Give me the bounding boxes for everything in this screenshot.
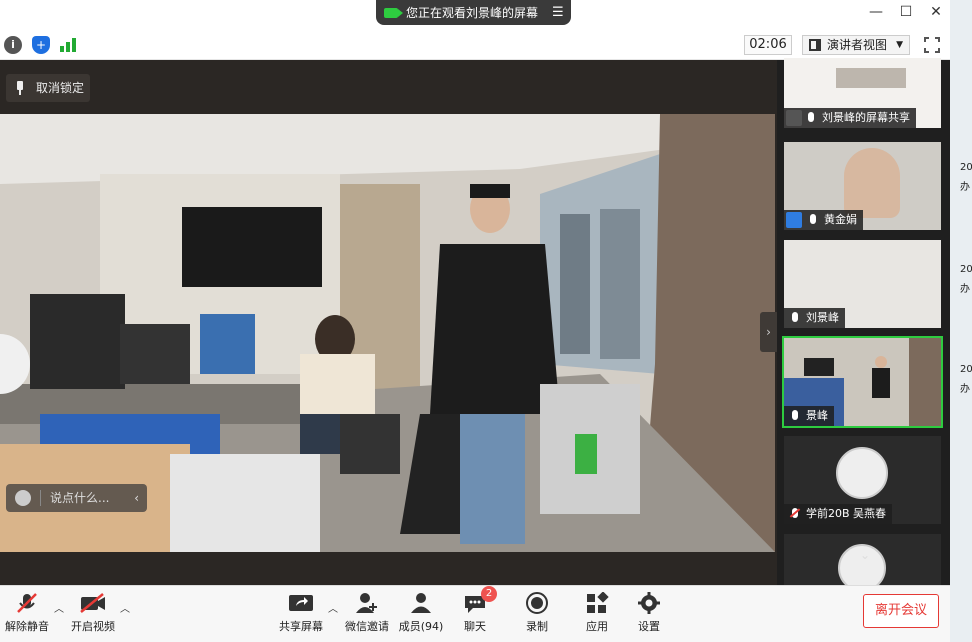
participant-tile-jingfeng[interactable]: 景峰 [782, 336, 943, 428]
wechat-invite-label: 微信邀请 [345, 620, 389, 633]
screen-share-thumbnail [836, 68, 906, 88]
avatar [836, 447, 888, 499]
participant-name: 刘景峰 [806, 311, 839, 324]
participant-name-tag: 刘景峰 [784, 308, 845, 328]
meeting-timer: 02:06 [744, 35, 792, 55]
fullscreen-icon[interactable] [924, 37, 940, 53]
meeting-info-bar: i + 02:06 演讲者视图 ▼ [0, 30, 950, 60]
speaker-view-icon [809, 39, 821, 51]
unpin-label: 取消锁定 [36, 81, 85, 95]
members-label: 成员(94) [398, 620, 444, 633]
host-badge-icon [786, 212, 802, 228]
toggle-panel-button[interactable]: › [760, 312, 777, 352]
chat-button[interactable]: 2 聊天 [458, 586, 497, 636]
participant-video [844, 148, 900, 218]
info-icon[interactable]: i [4, 36, 22, 54]
microphone-icon [810, 214, 816, 224]
record-button[interactable]: 录制 [520, 592, 554, 636]
video-camera-icon [384, 7, 403, 18]
chat-icon: 2 [463, 586, 497, 614]
wechat-invite-button[interactable]: 微信邀请 [344, 592, 390, 636]
participant-name-tag: 刘景峰的屏幕共享 [784, 108, 916, 128]
chat-unread-badge: 2 [481, 586, 497, 602]
record-label: 录制 [526, 620, 548, 633]
divider [40, 490, 41, 506]
participant-name: 学前20B 吴燕春 [806, 507, 887, 520]
record-icon [520, 592, 554, 614]
microphone-icon [808, 112, 814, 122]
participant-name-tag: 学前20B 吴燕春 [784, 504, 893, 524]
leave-meeting-button[interactable]: 离开会议 [863, 594, 939, 628]
participant-name: 景峰 [806, 409, 828, 422]
chevron-down-icon: ▼ [896, 40, 903, 50]
microphone-icon [792, 410, 798, 420]
screen-share-banner[interactable]: 您正在观看刘景峰的屏幕 ☰ [376, 0, 571, 25]
edge-text: 20 [960, 162, 972, 173]
participant-tile-screen-share[interactable]: 刘景峰的屏幕共享 [784, 58, 941, 128]
menu-icon[interactable]: ☰ [552, 5, 564, 20]
unmute-button[interactable]: 解除静音 [4, 592, 50, 636]
participant-name-tag: 黄金娟 [784, 210, 863, 230]
participant-tile-liu[interactable]: 刘景峰 [784, 240, 941, 328]
share-screen-button[interactable]: 共享屏幕 [278, 592, 324, 636]
start-video-label: 开启视频 [71, 620, 115, 633]
close-icon[interactable]: ✕ [926, 4, 946, 20]
members-icon [398, 592, 444, 614]
quick-chat-input[interactable]: 说点什么... ‹ [6, 484, 147, 512]
apps-icon [580, 591, 614, 614]
screen-share-icon [786, 110, 802, 126]
participant-name: 黄金娟 [824, 213, 857, 226]
view-mode-select[interactable]: 演讲者视图 ▼ [802, 35, 910, 55]
settings-button[interactable]: 设置 [632, 592, 666, 636]
main-video-stage: 取消锁定 说点什么... ‹ › [0, 60, 777, 585]
apps-label: 应用 [586, 620, 608, 633]
chat-placeholder: 说点什么... [50, 491, 110, 505]
members-button[interactable]: 成员(94) [398, 592, 444, 636]
scroll-down-icon[interactable]: ⌄ [854, 548, 876, 564]
start-video-button[interactable]: 开启视频 [70, 592, 116, 636]
title-bar: 您正在观看刘景峰的屏幕 ☰ — ☐ ✕ [0, 0, 950, 30]
apps-button[interactable]: 应用 [580, 591, 614, 636]
microphone-muted-icon [4, 592, 50, 614]
background-window-edge: 20 办 20 办 20 办 [950, 0, 972, 642]
collapse-chat-icon[interactable]: ‹ [134, 484, 139, 512]
share-screen-label: 共享屏幕 [279, 620, 323, 633]
maximize-icon[interactable]: ☐ [896, 4, 916, 20]
participant-tile-huang[interactable]: 黄金娟 [784, 142, 941, 230]
chevron-up-icon[interactable]: ︿ [328, 600, 338, 615]
participant-tile-wu[interactable]: 学前20B 吴燕春 [784, 436, 941, 524]
edge-text: 办 [960, 384, 970, 395]
unpin-button[interactable]: 取消锁定 [6, 74, 90, 102]
edge-text: 20 [960, 264, 972, 275]
shield-icon[interactable]: + [32, 36, 50, 54]
microphone-muted-icon [792, 508, 798, 518]
settings-label: 设置 [638, 620, 660, 633]
edge-text: 20 [960, 364, 972, 375]
share-screen-icon [278, 592, 324, 614]
participant-name-tag: 景峰 [784, 406, 834, 426]
pin-icon [17, 81, 23, 95]
edge-text: 办 [960, 284, 970, 295]
share-banner-text: 您正在观看刘景峰的屏幕 [406, 6, 539, 20]
chat-label: 聊天 [464, 620, 486, 633]
signal-icon[interactable] [60, 36, 78, 52]
edge-text: 办 [960, 182, 970, 193]
video-off-icon [70, 592, 116, 614]
minimize-icon[interactable]: — [866, 4, 886, 20]
chevron-up-icon[interactable]: ︿ [54, 600, 64, 615]
participants-panel: 刘景峰的屏幕共享 黄金娟 刘景峰 景峰 学前20B 吴燕春 ⌄ [777, 58, 950, 585]
unmute-label: 解除静音 [5, 620, 49, 633]
participant-name: 刘景峰的屏幕共享 [822, 111, 910, 124]
view-mode-label: 演讲者视图 [827, 38, 888, 52]
chevron-up-icon[interactable]: ︿ [120, 600, 130, 615]
emoji-icon[interactable] [15, 490, 31, 506]
gear-icon [632, 592, 666, 614]
microphone-icon [792, 312, 798, 322]
meeting-toolbar: 解除静音 ︿ 开启视频 ︿ 共享屏幕 ︿ 微信邀请 成员(94) 2 聊天 录制… [0, 585, 950, 642]
add-user-icon [344, 592, 390, 614]
